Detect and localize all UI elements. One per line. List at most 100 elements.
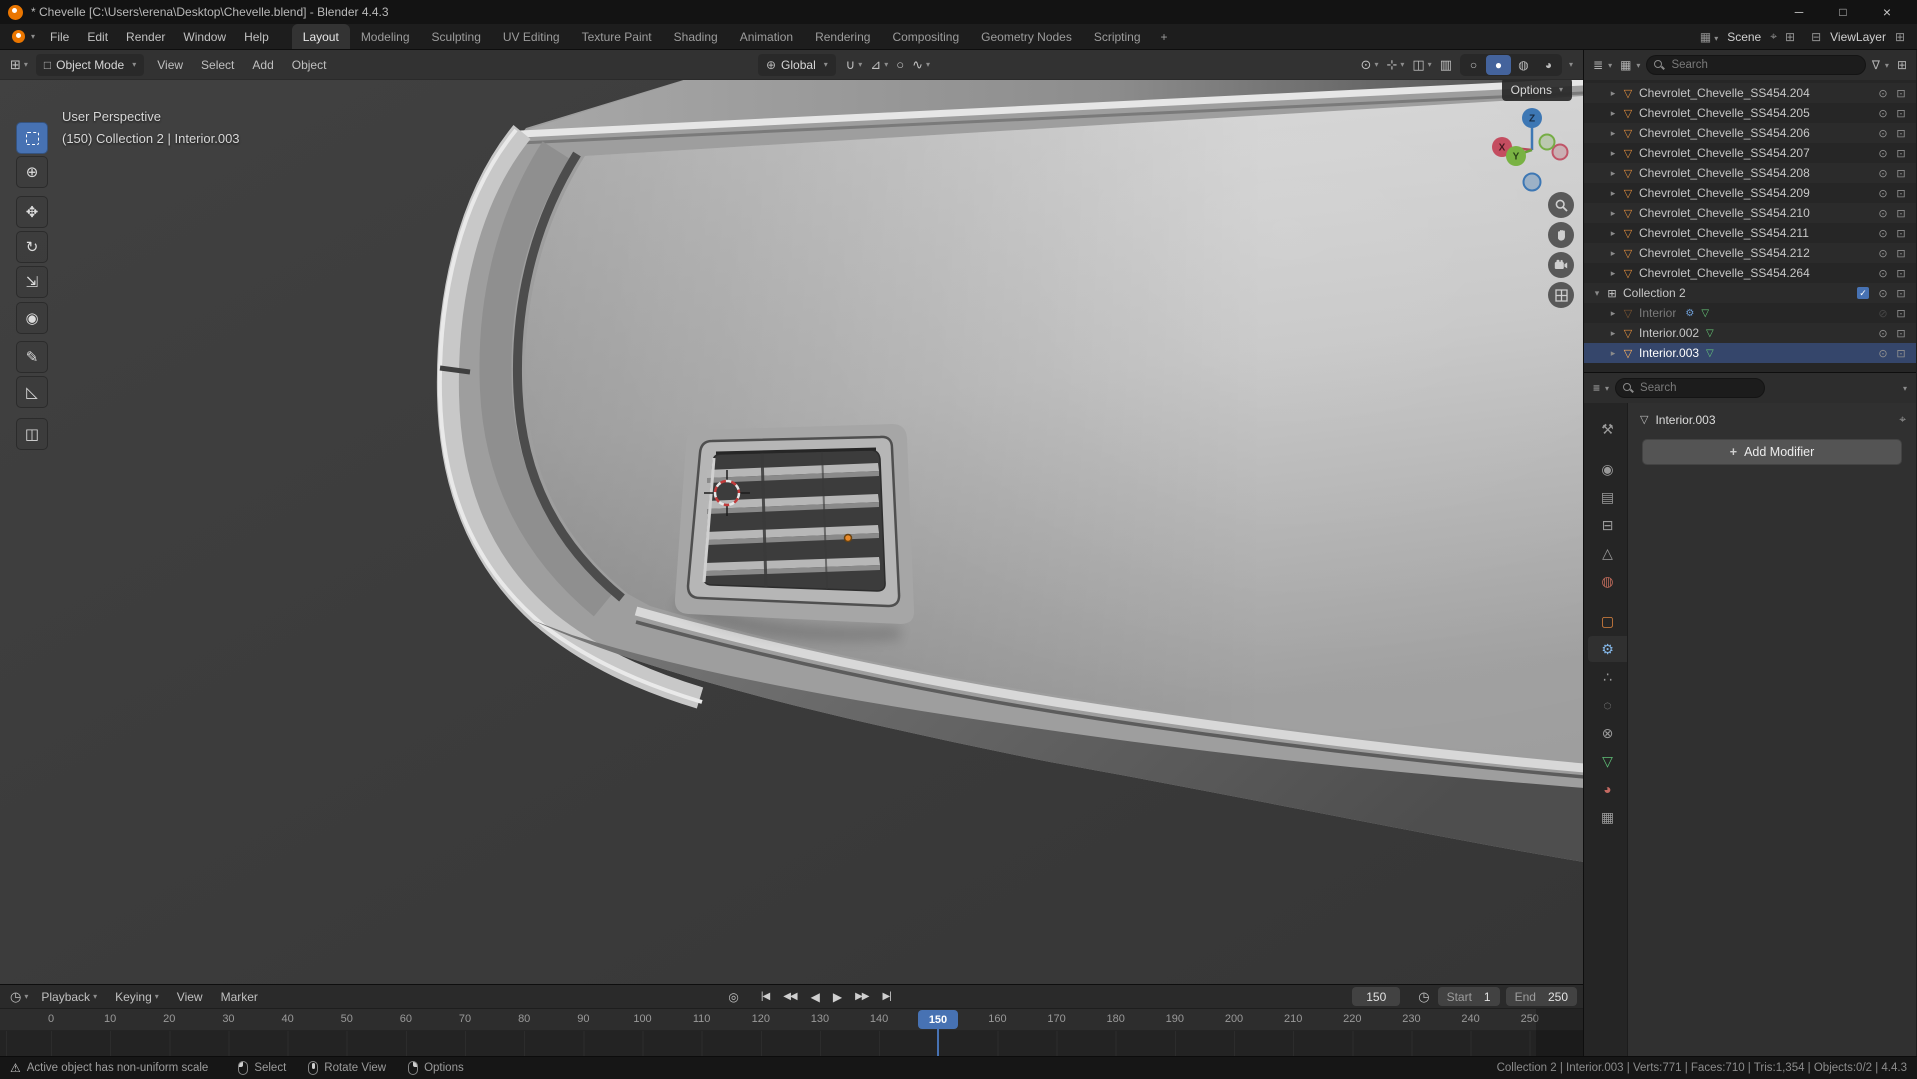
properties-tab-scene[interactable]: △ — [1588, 540, 1627, 566]
scene-name[interactable]: Scene — [1724, 30, 1764, 44]
workspace-tab-compositing[interactable]: Compositing — [881, 24, 970, 49]
timeline-editor-type-button[interactable]: ◷ ▾ — [6, 986, 32, 1008]
timeline-ruler[interactable]: 0 10 20 30 40 50 60 70 80 90 100 110 120 130 140 150 160… — [0, 1009, 1583, 1031]
camera-visibility-icon[interactable]: ⊡ — [1892, 147, 1910, 160]
eye-icon[interactable]: ⊙ — [1874, 287, 1892, 300]
gizmo-neg-x-ball[interactable] — [1551, 143, 1569, 161]
outliner-row-interior-003[interactable]: ▸ ▽ Interior.003 ▽ ⊙ ⊡ — [1584, 343, 1916, 363]
view-layer-name[interactable]: ViewLayer — [1827, 30, 1889, 44]
gizmo-neg-y-ball[interactable] — [1538, 133, 1556, 151]
chevron-right-icon[interactable]: ▸ — [1606, 148, 1620, 159]
view-layer-icon[interactable]: ⊟ — [1809, 30, 1823, 44]
chevron-right-icon[interactable]: ▸ — [1606, 228, 1620, 239]
workspace-tab-uv-editing[interactable]: UV Editing — [492, 24, 571, 49]
editor-type-button[interactable]: ⊞ ▾ — [6, 54, 32, 76]
play-reverse-button[interactable]: ◀ — [807, 990, 823, 1004]
camera-visibility-icon[interactable]: ⊡ — [1892, 107, 1910, 120]
eye-icon[interactable]: ⊙ — [1874, 227, 1892, 240]
shading-material-preview-icon[interactable]: ◍ — [1511, 55, 1536, 75]
chevron-right-icon[interactable]: ▸ — [1606, 128, 1620, 139]
chevron-down-icon[interactable]: ▾ — [1590, 288, 1604, 299]
mode-dropdown[interactable]: □ Object Mode ▾ — [35, 53, 145, 76]
viewport-menu-add[interactable]: Add — [243, 54, 282, 76]
frame-start-field[interactable]: Start 1 — [1437, 987, 1500, 1006]
transform-orientation-dropdown[interactable]: ⊕ Global ▾ — [757, 53, 836, 76]
add-cube-tool-button[interactable]: ◫ — [16, 418, 48, 450]
outliner-row-chevrolet-chevelle-ss454-205[interactable]: ▸ ▽ Chevrolet_Chevelle_SS454.205 ⊙ ⊡ — [1584, 103, 1916, 123]
viewport-menu-view[interactable]: View — [148, 54, 192, 76]
add-workspace-button[interactable]: + — [1152, 24, 1177, 49]
use-preview-range-icon[interactable]: ◷ — [1414, 986, 1433, 1008]
workspace-tab-geometry-nodes[interactable]: Geometry Nodes — [970, 24, 1083, 49]
timeline-track-area[interactable] — [0, 1031, 1583, 1056]
outliner-row-chevrolet-chevelle-ss454-264[interactable]: ▸ ▽ Chevrolet_Chevelle_SS454.264 ⊙ ⊡ — [1584, 263, 1916, 283]
outliner-row-chevrolet-chevelle-ss454-209[interactable]: ▸ ▽ Chevrolet_Chevelle_SS454.209 ⊙ ⊡ — [1584, 183, 1916, 203]
chevron-right-icon[interactable]: ▸ — [1606, 308, 1620, 319]
pin-scene-icon[interactable]: ⌖ — [1768, 29, 1779, 44]
outliner-row-collection-2[interactable]: ▾ ⊞ Collection 2 ✓ ⊙ ⊡ — [1584, 283, 1916, 303]
shading-solid-icon[interactable]: ● — [1485, 54, 1511, 75]
chevron-right-icon[interactable]: ▸ — [1606, 188, 1620, 199]
eye-icon[interactable]: ⊙ — [1874, 267, 1892, 280]
properties-tab-physics[interactable]: ◌ — [1588, 692, 1627, 718]
proportional-falloff-icon[interactable]: ∿ ▾ — [908, 54, 934, 76]
eye-icon[interactable]: ⊙ — [1874, 247, 1892, 260]
properties-editor-type-button[interactable]: ≡ ▾ — [1591, 381, 1611, 395]
properties-tab-world[interactable]: ◍ — [1588, 568, 1627, 594]
eye-closed-icon[interactable]: ⊘ — [1874, 307, 1892, 320]
properties-tab-modifiers[interactable]: ⚙ — [1588, 636, 1627, 662]
show-overlays-icon[interactable]: ◫ ▾ — [1408, 54, 1435, 76]
frame-end-field[interactable]: End 250 — [1505, 987, 1577, 1006]
transform-tool-button[interactable]: ◉ — [16, 302, 48, 334]
eye-icon[interactable]: ⊙ — [1874, 167, 1892, 180]
camera-visibility-icon[interactable]: ⊡ — [1892, 207, 1910, 220]
camera-visibility-icon[interactable]: ⊡ — [1892, 267, 1910, 280]
show-gizmos-icon[interactable]: ⊹ ▾ — [1382, 54, 1408, 76]
workspace-tab-texture-paint[interactable]: Texture Paint — [571, 24, 663, 49]
pin-id-icon[interactable]: ⌖ — [1899, 412, 1906, 427]
auto-keying-toggle[interactable]: ◎ — [724, 986, 742, 1008]
jump-end-button[interactable]: ▶| — [878, 991, 894, 1002]
viewport-menu-select[interactable]: Select — [192, 54, 243, 76]
properties-tab-material[interactable]: ◕ — [1588, 776, 1627, 802]
camera-visibility-icon[interactable]: ⊡ — [1892, 167, 1910, 180]
outliner-row-chevrolet-chevelle-ss454-211[interactable]: ▸ ▽ Chevrolet_Chevelle_SS454.211 ⊙ ⊡ — [1584, 223, 1916, 243]
rotate-tool-button[interactable]: ↻ — [16, 231, 48, 263]
chevron-right-icon[interactable]: ▸ — [1606, 168, 1620, 179]
minimize-button[interactable]: ─ — [1777, 0, 1821, 24]
viewport-3d-scene[interactable] — [0, 50, 1583, 984]
collection-checkbox[interactable]: ✓ — [1857, 287, 1869, 299]
timeline-menu-playback[interactable]: Playback ▾ — [32, 986, 106, 1008]
properties-tab-constraints[interactable]: ⊗ — [1588, 720, 1627, 746]
menu-render[interactable]: Render — [117, 26, 174, 48]
snap-magnet-icon[interactable]: ∪ ▾ — [842, 54, 867, 76]
new-view-layer-icon[interactable]: ⊞ — [1893, 30, 1907, 44]
eye-icon[interactable]: ⊙ — [1874, 107, 1892, 120]
outliner-row-chevrolet-chevelle-ss454-206[interactable]: ▸ ▽ Chevrolet_Chevelle_SS454.206 ⊙ ⊡ — [1584, 123, 1916, 143]
outliner-row-chevrolet-chevelle-ss454-204[interactable]: ▸ ▽ Chevrolet_Chevelle_SS454.204 ⊙ ⊡ — [1584, 83, 1916, 103]
properties-tab-texture[interactable]: ▦ — [1588, 804, 1627, 830]
properties-search-input[interactable] — [1615, 378, 1766, 398]
blender-menu-button[interactable]: ▾ — [6, 26, 41, 48]
jump-start-button[interactable]: |◀ — [757, 991, 773, 1002]
properties-tab-tool[interactable]: ⚒ — [1588, 416, 1627, 442]
pan-icon[interactable] — [1548, 222, 1574, 248]
camera-view-icon[interactable] — [1548, 252, 1574, 278]
properties-tab-object[interactable]: ▢ — [1588, 608, 1627, 634]
filter-icon[interactable]: ∇ ▾ — [1870, 58, 1891, 72]
new-scene-icon[interactable]: ⊞ — [1783, 30, 1797, 44]
camera-visibility-icon[interactable]: ⊡ — [1892, 247, 1910, 260]
viewport-3d[interactable]: ⊞ ▾ □ Object Mode ▾ View Select Add Object ⊕… — [0, 50, 1583, 984]
workspace-tab-rendering[interactable]: Rendering — [804, 24, 881, 49]
properties-tab-data[interactable]: ▽ — [1588, 748, 1627, 774]
move-tool-button[interactable]: ✥ — [16, 196, 48, 228]
play-button[interactable]: ▶ — [829, 990, 845, 1004]
cursor-tool-button[interactable]: ⊕ — [16, 156, 48, 188]
visibility-filter-icon[interactable]: ⊙ ▾ — [1357, 54, 1383, 76]
outliner-row-interior[interactable]: ▸ ▽ Interior ⚙ ▽ ⊘ ⊡ — [1584, 303, 1916, 323]
measure-tool-button[interactable]: ◺ — [16, 376, 48, 408]
workspace-tab-scripting[interactable]: Scripting — [1083, 24, 1152, 49]
workspace-tab-sculpting[interactable]: Sculpting — [421, 24, 492, 49]
camera-visibility-icon[interactable]: ⊡ — [1892, 307, 1910, 320]
eye-icon[interactable]: ⊙ — [1874, 87, 1892, 100]
